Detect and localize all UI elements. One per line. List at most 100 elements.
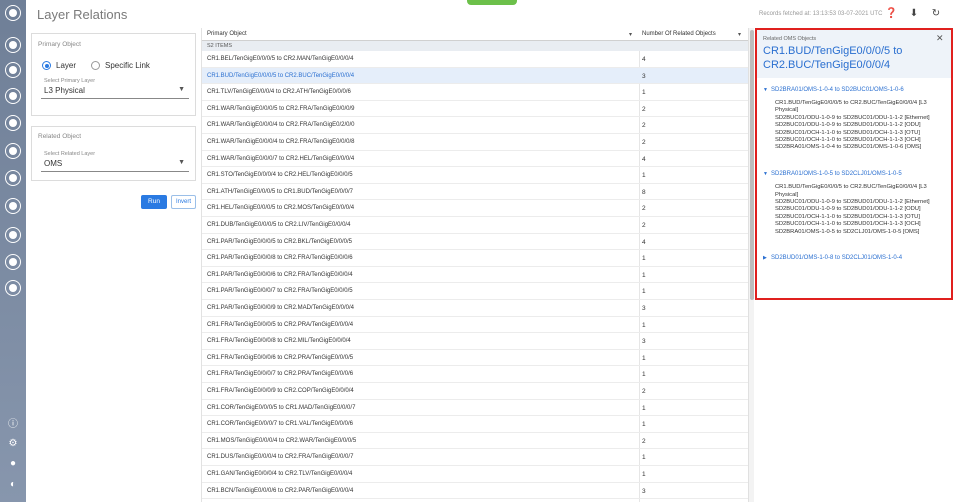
cell-related-count: 2 xyxy=(642,105,646,113)
chevron-down-icon: ▼ xyxy=(178,159,185,166)
table-row[interactable]: CR1.COR/TenGigE0/0/0/5 to CR1.MAD/TenGig… xyxy=(202,400,749,417)
settings-icon[interactable]: ⚙ xyxy=(7,438,19,450)
tree-node[interactable]: ▼ SD2BRA01/OMS-1-0-5 to SD2CLJ01/OMS-1-0-… xyxy=(763,171,902,177)
table-row[interactable]: CR1.PAR/TenGigE0/0/0/7 to CR2.FRA/TenGig… xyxy=(202,283,749,300)
cell-primary-object: CR1.GAN/TenGigE0/0/0/4 to CR2.TLV/TenGig… xyxy=(207,471,353,477)
col-header-related-count[interactable]: Number Of Related Objects xyxy=(642,31,716,37)
related-objects-title: CR1.BUD/TenGigE0/0/0/5 to CR2.BUC/TenGig… xyxy=(763,45,903,71)
table-row[interactable]: CR1.DUS/TenGigE0/0/0/4 to CR2.FRA/TenGig… xyxy=(202,449,749,466)
sort-caret-icon[interactable]: ▾ xyxy=(629,31,632,38)
table-row[interactable]: CR1.MOS/TenGigE0/0/0/4 to CR2.WAR/TenGig… xyxy=(202,433,749,450)
table-row[interactable]: CR1.BUD/TenGigE0/0/0/5 to CR2.BUC/TenGig… xyxy=(202,67,749,85)
tree-node-label: SD2BRA01/OMS-1-0-5 to SD2CLJ01/OMS-1-0-5 xyxy=(771,171,902,178)
search-icon[interactable] xyxy=(5,254,21,270)
tree-detail-line: SD2BUC01/ODU-1-0-9 to SD2BUD01/ODU-1-1-2… xyxy=(775,122,921,129)
cell-related-count: 1 xyxy=(642,271,646,279)
tree-detail-line: SD2BUC01/OCH-1-1-0 to SD2BUD01/OCH-1-1-3… xyxy=(775,213,920,220)
gear-circle-icon[interactable] xyxy=(5,37,21,53)
related-objects-header: Related OMS Objects CR1.BUD/TenGigE0/0/0… xyxy=(757,30,951,78)
col-header-primary-object[interactable]: Primary Object xyxy=(207,31,247,37)
cell-related-count: 1 xyxy=(642,371,646,379)
cell-related-count: 1 xyxy=(642,321,646,329)
sync-icon[interactable] xyxy=(5,62,21,78)
radio-specific-link[interactable]: Specific Link xyxy=(91,61,150,70)
related-layer-select[interactable]: Select Related Layer OMS ▼ xyxy=(41,151,189,172)
table-row[interactable]: CR1.FRA/TenGigE0/0/0/9 to CR2.COP/TenGig… xyxy=(202,383,749,400)
expand-right-icon[interactable]: ▶ xyxy=(763,255,771,261)
sort-caret-icon[interactable]: ▾ xyxy=(738,31,741,38)
cell-related-count: 1 xyxy=(642,404,646,412)
table-row[interactable]: CR1.WAR/TenGigE0/0/0/4 to CR2.FRA/TenGig… xyxy=(202,134,749,151)
download-icon[interactable]: ⬇ xyxy=(908,8,920,20)
chart-icon[interactable] xyxy=(5,115,21,131)
page-title: Layer Relations xyxy=(37,7,128,22)
table-row[interactable]: CR1.PAR/TenGigE0/0/0/9 to CR2.MAD/TenGig… xyxy=(202,300,749,317)
table-row[interactable]: CR1.TLV/TenGigE0/0/0/4 to CR2.ATH/TenGig… xyxy=(202,84,749,101)
cell-related-count: 1 xyxy=(642,172,646,180)
tree-detail-line: SD2BUC01/OCH-1-1-0 to SD2BUD01/OCH-1-1-3… xyxy=(775,221,921,228)
table-row[interactable]: CR1.BEL/TenGigE0/0/0/5 to CR2.MAN/TenGig… xyxy=(202,51,749,68)
table-row[interactable]: CR1.STO/TenGigE0/0/0/4 to CR2.HEL/TenGig… xyxy=(202,167,749,184)
table-row[interactable]: CR1.PAR/TenGigE0/0/0/6 to CR2.FRA/TenGig… xyxy=(202,267,749,284)
cell-related-count: 1 xyxy=(642,471,646,478)
help-icon[interactable]: ❓ xyxy=(885,8,897,20)
table-row[interactable]: CR1.WAR/TenGigE0/0/0/5 to CR2.FRA/TenGig… xyxy=(202,101,749,118)
tree-node[interactable]: ▶ SD2BUD01/OMS-1-0-8 to SD2CLJ01/OMS-1-0-… xyxy=(763,255,902,261)
cell-related-count: 1 xyxy=(642,354,646,362)
cell-primary-object: CR1.WAR/TenGigE0/0/0/7 to CR2.HEL/TenGig… xyxy=(207,155,355,162)
refresh-icon[interactable]: ↻ xyxy=(930,8,942,20)
info-icon[interactable]: ⓘ xyxy=(7,419,19,431)
cell-related-count: 3 xyxy=(642,72,646,80)
table-row[interactable]: CR1.FRA/TenGigE0/0/0/7 to CR2.PRA/TenGig… xyxy=(202,366,749,383)
network-icon[interactable] xyxy=(5,198,21,214)
bars-icon[interactable] xyxy=(5,143,21,159)
cell-primary-object: CR1.TLV/TenGigE0/0/0/4 to CR2.ATH/TenGig… xyxy=(207,89,351,96)
table-row[interactable]: CR1.DUB/TenGigE0/0/0/5 to CR2.LIV/TenGig… xyxy=(202,217,749,234)
radio-layer[interactable]: Layer xyxy=(42,61,76,70)
cell-primary-object: CR1.DUS/TenGigE0/0/0/4 to CR2.FRA/TenGig… xyxy=(207,454,354,461)
table-row[interactable]: CR1.FRA/TenGigE0/0/0/5 to CR2.PRA/TenGig… xyxy=(202,317,749,334)
radio-specific-link-label: Specific Link xyxy=(105,61,150,70)
run-button[interactable]: Run xyxy=(141,195,167,209)
cell-related-count: 1 xyxy=(642,255,646,263)
table-row[interactable]: CR1.PAR/TenGigE0/0/0/8 to CR2.FRA/TenGig… xyxy=(202,250,749,267)
table-header: Primary Object ▾ Number Of Related Objec… xyxy=(202,28,749,41)
radio-specific-link-dot[interactable] xyxy=(91,61,100,70)
tree-detail-line: CR1.BUD/TenGigE0/0/0/5 to CR2.BUC/TenGig… xyxy=(775,184,927,198)
tree-node-label: SD2BUD01/OMS-1-0-8 to SD2CLJ01/OMS-1-0-4 xyxy=(771,255,903,262)
table-scrollbar-thumb[interactable] xyxy=(750,30,754,300)
invert-button[interactable]: Invert xyxy=(171,195,196,209)
table-row[interactable]: CR1.WAR/TenGigE0/0/0/7 to CR2.HEL/TenGig… xyxy=(202,151,749,168)
radio-layer-dot[interactable] xyxy=(42,61,51,70)
table-row[interactable]: CR1.PAR/TenGigE0/0/0/5 to CR2.BKL/TenGig… xyxy=(202,234,749,251)
globe-alt-icon[interactable] xyxy=(5,170,21,186)
layers-icon[interactable] xyxy=(5,280,21,296)
cell-related-count: 1 xyxy=(642,454,646,462)
table-scrollbar[interactable] xyxy=(748,28,754,502)
table-row[interactable]: CR1.WAR/TenGigE0/0/0/4 to CR2.FRA/TenGig… xyxy=(202,117,749,134)
related-objects-panel: Related OMS Objects CR1.BUD/TenGigE0/0/0… xyxy=(755,28,953,300)
app-icon[interactable] xyxy=(5,5,21,21)
cell-related-count: 2 xyxy=(642,388,646,395)
expand-down-icon[interactable]: ▼ xyxy=(763,171,771,177)
cell-primary-object: CR1.WAR/TenGigE0/0/0/5 to CR2.FRA/TenGig… xyxy=(207,105,355,112)
table-row[interactable]: CR1.ATH/TenGigE0/0/0/5 to CR1.BUD/TenGig… xyxy=(202,184,749,201)
related-layer-select-value: OMS xyxy=(44,159,63,168)
table-row[interactable]: CR1.FRA/TenGigE0/0/0/8 to CR2.MIL/TenGig… xyxy=(202,333,749,350)
tree-node[interactable]: ▼ SD2BRA01/OMS-1-0-4 to SD2BUC01/OMS-1-0-… xyxy=(763,87,904,93)
cell-primary-object: CR1.WAR/TenGigE0/0/0/4 to CR2.FRA/TenGig… xyxy=(207,122,355,129)
table-row[interactable]: CR1.FRA/TenGigE0/0/0/6 to CR2.PRA/TenGig… xyxy=(202,350,749,367)
expand-down-icon[interactable]: ▼ xyxy=(763,87,771,93)
table-row[interactable]: CR1.HEL/TenGigE0/0/0/5 to CR2.MOS/TenGig… xyxy=(202,200,749,217)
cell-related-count: 1 xyxy=(642,288,646,296)
badge-icon[interactable] xyxy=(5,227,21,243)
globe-icon[interactable] xyxy=(5,88,21,104)
close-icon[interactable]: ✕ xyxy=(936,33,944,44)
cell-primary-object: CR1.ATH/TenGigE0/0/0/5 to CR1.BUD/TenGig… xyxy=(207,188,353,195)
primary-layer-select[interactable]: Select Primary Layer L3 Physical ▼ xyxy=(41,78,189,99)
table-row[interactable]: CR1.BCN/TenGigE0/0/0/6 to CR2.PAR/TenGig… xyxy=(202,483,749,500)
fetched-timestamp: Records fetched at: 13:13:53 03-07-2021 … xyxy=(759,11,883,17)
user-icon[interactable]: ● xyxy=(7,458,19,470)
table-row[interactable]: CR1.COR/TenGigE0/0/0/7 to CR1.VAL/TenGig… xyxy=(202,416,749,433)
table-row[interactable]: CR1.GAN/TenGigE0/0/0/4 to CR2.TLV/TenGig… xyxy=(202,466,749,483)
